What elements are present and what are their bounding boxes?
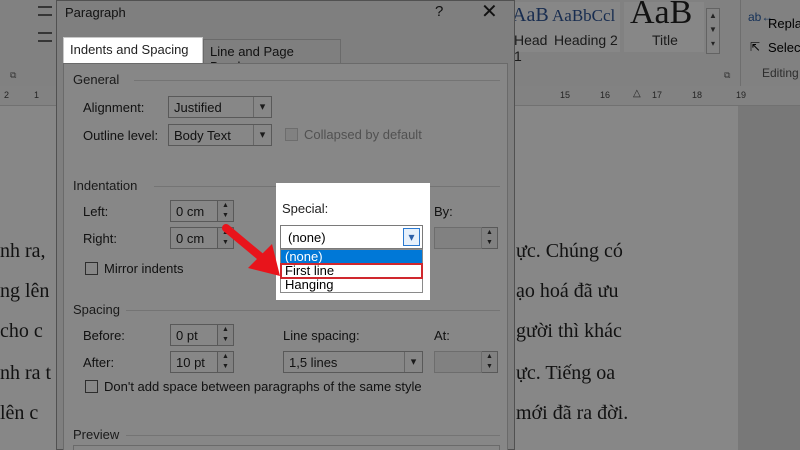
special-select[interactable]: (none) ▾	[280, 225, 423, 249]
option-none[interactable]: (none)	[281, 250, 422, 264]
option-first-line[interactable]: First line	[280, 263, 423, 279]
special-label: Special:	[282, 201, 329, 216]
special-value: (none)	[288, 230, 326, 245]
red-arrow-icon	[222, 224, 280, 276]
tab-indents-and-spacing[interactable]: Indents and Spacing	[63, 37, 203, 63]
option-hanging[interactable]: Hanging	[281, 278, 422, 292]
special-highlight-panel: Special: (none) ▾ (none) First line Hang…	[276, 183, 430, 300]
special-options-list: (none) First line Hanging	[280, 249, 423, 293]
chevron-down-icon[interactable]: ▾	[403, 228, 420, 246]
